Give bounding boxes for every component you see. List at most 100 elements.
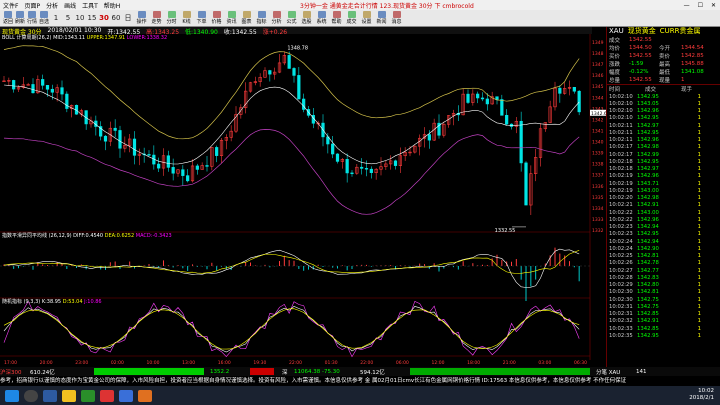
status-index-code[interactable]: 沪深300 bbox=[0, 368, 22, 376]
toolbar-tool-6[interactable]: 分时 bbox=[164, 11, 179, 25]
period-button-1[interactable]: 5 bbox=[62, 14, 74, 22]
quote-row: 总量 1342.55 现量 1 bbox=[607, 76, 720, 84]
toolbar-tool-7[interactable]: K线 bbox=[179, 11, 194, 25]
close-icon[interactable]: ✕ bbox=[711, 2, 716, 9]
toolbar-tool-14[interactable]: 公式 bbox=[284, 11, 299, 25]
menu-help[interactable]: 帮助H bbox=[104, 1, 121, 10]
tick-cell: 1342.95 bbox=[637, 129, 659, 136]
tick-cell: 1343.00 bbox=[637, 187, 659, 194]
chart-header: 现货黄金 30分 2018/02/01 10:30 开:1342.55 高:13… bbox=[0, 27, 592, 36]
menu-tools[interactable]: 工具T bbox=[82, 1, 98, 10]
period-button-3[interactable]: 15 bbox=[86, 14, 98, 22]
candle-body bbox=[495, 96, 499, 100]
toolbar-tool-18[interactable]: 成交 bbox=[344, 11, 359, 25]
status-mid-code[interactable]: 深 bbox=[282, 368, 294, 376]
tick-row: 10:02:11 1342.95 1 bbox=[607, 129, 720, 136]
time-axis-label: 06:00 bbox=[396, 360, 409, 366]
tick-cell: 10:02:31 bbox=[609, 303, 633, 310]
kdj-k: K:38.95 bbox=[41, 299, 62, 305]
menu-analysis[interactable]: 分析 bbox=[46, 1, 58, 10]
tick-cell: 1342.96 bbox=[637, 108, 659, 115]
time-axis-label: 13:00 bbox=[182, 360, 195, 366]
tick-cell: 1 bbox=[697, 296, 701, 303]
toolbar-tool-8[interactable]: 下单 bbox=[194, 11, 209, 25]
app-icon[interactable] bbox=[138, 389, 152, 402]
tool-icon bbox=[257, 11, 266, 18]
file-explorer-icon[interactable] bbox=[62, 389, 76, 402]
tick-cell: 10:02:20 bbox=[609, 195, 633, 202]
time-axis-label: 17:00 bbox=[4, 360, 17, 366]
low-annotation: 1332.55 bbox=[495, 228, 516, 234]
price-axis-label: 1339 bbox=[592, 151, 604, 157]
toolbar-tool-19[interactable]: 设置 bbox=[359, 11, 374, 25]
toolbar-tool-4[interactable]: 操作 bbox=[134, 11, 149, 25]
browser-icon[interactable] bbox=[119, 389, 133, 402]
period-button-5[interactable]: 60 bbox=[110, 14, 122, 22]
candle-body bbox=[519, 120, 523, 164]
toolbar-tool-13[interactable]: 分析 bbox=[269, 11, 284, 25]
status-tick-label[interactable]: 分笔 XAU bbox=[596, 368, 636, 376]
toolbar-tool-9[interactable]: 价格 bbox=[209, 11, 224, 25]
candle-body bbox=[103, 135, 108, 142]
status-volume-bar bbox=[410, 368, 590, 375]
candle-body bbox=[427, 134, 431, 141]
taskbar: 10:02 2018/2/1 bbox=[0, 386, 720, 405]
search-icon[interactable] bbox=[24, 389, 38, 402]
toolbar-tool-3[interactable]: 自选 bbox=[38, 11, 50, 25]
tick-row: 10:02:27 1342.77 1 bbox=[607, 267, 720, 274]
quote-name: 现货黄金 bbox=[627, 27, 656, 35]
kline-chart[interactable]: 1349134813471346134513441343134213411340… bbox=[0, 34, 606, 366]
tick-cell: 1342.95 bbox=[637, 115, 659, 122]
period-button-0[interactable]: 1 bbox=[50, 14, 62, 22]
toolbar-tool-10[interactable]: 资讯 bbox=[224, 11, 239, 25]
news-ticker[interactable]: 参考，招商银行以谨慎的态度作为宝黄金公司的保障，入市风险自担，投资者应当根据自身… bbox=[0, 376, 720, 386]
candle-body bbox=[335, 153, 340, 162]
candle-body bbox=[50, 88, 54, 93]
minimize-icon[interactable]: — bbox=[684, 2, 690, 9]
tick-cell: 10:02:17 bbox=[609, 151, 633, 158]
toolbar-tool-11[interactable]: 图表 bbox=[239, 11, 254, 25]
tick-cell: 10:02:35 bbox=[609, 332, 633, 339]
toolbar-tool-17[interactable]: 帮助 bbox=[329, 11, 344, 25]
toolbar-tool-0[interactable]: 返回 bbox=[2, 11, 14, 25]
period-button-2[interactable]: 10 bbox=[74, 14, 86, 22]
toolbar-tool-12[interactable]: 指标 bbox=[254, 11, 269, 25]
system-clock[interactable]: 10:02 2018/2/1 bbox=[689, 388, 714, 402]
toolbar-tool-2[interactable]: 行情 bbox=[26, 11, 38, 25]
maximize-icon[interactable]: ☐ bbox=[698, 2, 703, 9]
quote-v: -0.12% bbox=[629, 69, 649, 75]
toolbar-tool-5[interactable]: 走势 bbox=[149, 11, 164, 25]
toolbar-tool-20[interactable]: 新闻 bbox=[374, 11, 389, 25]
trading-app-icon[interactable] bbox=[100, 389, 114, 402]
windows-start-icon[interactable] bbox=[5, 389, 19, 402]
toolbar-tool-21[interactable]: 消息 bbox=[389, 11, 404, 25]
toolbar-tool-15[interactable]: 选股 bbox=[299, 11, 314, 25]
boll-mid: MID:1343.11 bbox=[53, 35, 86, 41]
tick-cell: 1343.71 bbox=[637, 180, 659, 187]
quote-row: 均价 1344.50 今开 1344.54 bbox=[607, 44, 720, 52]
menu-page[interactable]: 页面P bbox=[24, 1, 40, 10]
quote-v: -1.59 bbox=[629, 61, 644, 67]
toolbar-tool-label: 指标 bbox=[256, 19, 267, 25]
tick-list[interactable]: 10:02:10 1342.95 1 10:02:10 1343.05 1 10:02:10… bbox=[607, 93, 720, 340]
tick-cell: 1342.94 bbox=[637, 238, 659, 245]
wechat-icon[interactable] bbox=[81, 389, 95, 402]
toolbar-tool-label: 价格 bbox=[211, 19, 222, 25]
toolbar-tool-16[interactable]: 系统 bbox=[314, 11, 329, 25]
candle-body bbox=[558, 87, 562, 94]
candle-body bbox=[287, 55, 291, 69]
menu-file[interactable]: 文件F bbox=[3, 1, 18, 10]
tick-row: 10:02:18 1342.95 1 bbox=[607, 158, 720, 165]
toolbar-tool-label: 分析 bbox=[271, 19, 282, 25]
menu-draw[interactable]: 画线 bbox=[64, 1, 76, 10]
task-view-icon[interactable] bbox=[43, 389, 57, 402]
chart-canvas[interactable]: 1349134813471346134513441343134213411340… bbox=[0, 34, 606, 367]
tick-cell: 10:02:19 bbox=[609, 173, 633, 180]
toolbar-tool-label: 新闻 bbox=[376, 19, 387, 25]
toolbar-tool-1[interactable]: 刷新 bbox=[14, 11, 26, 25]
tool-icon bbox=[302, 11, 311, 18]
period-button-4[interactable]: 30 bbox=[98, 14, 110, 22]
period-button-6[interactable]: 日 bbox=[122, 13, 134, 23]
tick-cell: 1 bbox=[697, 311, 701, 318]
time-axis-label: 22:00 bbox=[289, 360, 302, 366]
